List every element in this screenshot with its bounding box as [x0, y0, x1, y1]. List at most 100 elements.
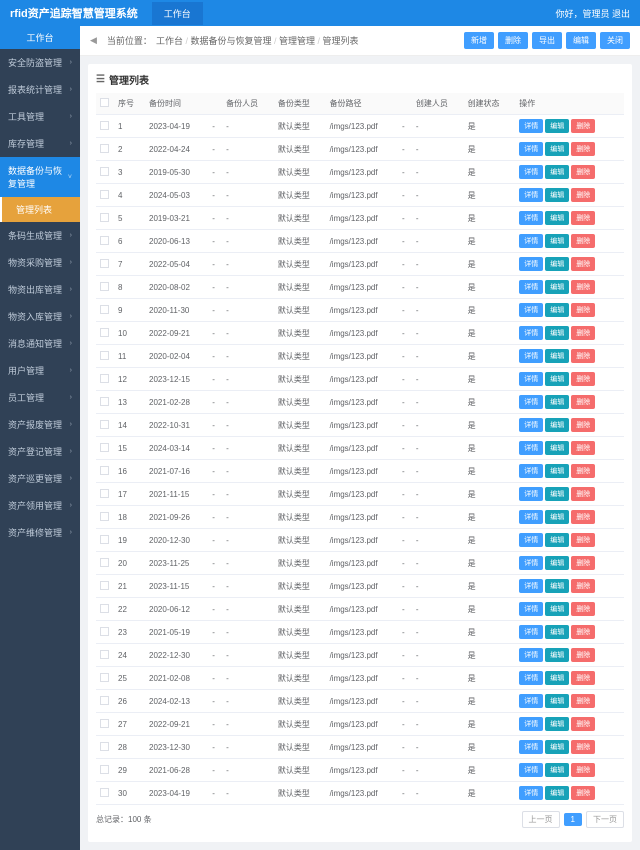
- sidebar-item[interactable]: 消息通知管理›: [0, 330, 80, 357]
- row-action-详情[interactable]: 详情: [519, 740, 543, 754]
- row-action-删除[interactable]: 删除: [571, 717, 595, 731]
- row-action-删除[interactable]: 删除: [571, 579, 595, 593]
- row-action-编辑[interactable]: 编辑: [545, 188, 569, 202]
- sidebar-subitem[interactable]: 管理列表: [0, 197, 80, 222]
- row-action-编辑[interactable]: 编辑: [545, 119, 569, 133]
- row-action-编辑[interactable]: 编辑: [545, 211, 569, 225]
- breadcrumb-part[interactable]: 管理管理: [279, 36, 315, 46]
- row-action-详情[interactable]: 详情: [519, 464, 543, 478]
- row-action-详情[interactable]: 详情: [519, 188, 543, 202]
- row-action-删除[interactable]: 删除: [571, 280, 595, 294]
- sidebar-item[interactable]: 数据备份与恢复管理˅: [0, 157, 80, 197]
- sidebar-item[interactable]: 资产报废管理›: [0, 411, 80, 438]
- row-checkbox[interactable]: [100, 121, 109, 130]
- sidebar-item[interactable]: 用户管理›: [0, 357, 80, 384]
- sidebar-item[interactable]: 报表统计管理›: [0, 76, 80, 103]
- sidebar-item[interactable]: 资产领用管理›: [0, 492, 80, 519]
- row-action-编辑[interactable]: 编辑: [545, 786, 569, 800]
- row-action-编辑[interactable]: 编辑: [545, 165, 569, 179]
- row-action-详情[interactable]: 详情: [519, 211, 543, 225]
- row-action-删除[interactable]: 删除: [571, 694, 595, 708]
- row-action-删除[interactable]: 删除: [571, 142, 595, 156]
- sidebar-item[interactable]: 物资入库管理›: [0, 303, 80, 330]
- row-action-详情[interactable]: 详情: [519, 648, 543, 662]
- row-checkbox[interactable]: [100, 144, 109, 153]
- row-action-删除[interactable]: 删除: [571, 625, 595, 639]
- row-action-编辑[interactable]: 编辑: [545, 280, 569, 294]
- row-action-详情[interactable]: 详情: [519, 602, 543, 616]
- next-page[interactable]: 下一页: [586, 811, 624, 828]
- sidebar-top[interactable]: 工作台: [0, 26, 80, 49]
- header-tab-workspace[interactable]: 工作台: [152, 2, 203, 25]
- row-action-删除[interactable]: 删除: [571, 257, 595, 271]
- row-action-编辑[interactable]: 编辑: [545, 763, 569, 777]
- row-action-详情[interactable]: 详情: [519, 533, 543, 547]
- row-checkbox[interactable]: [100, 558, 109, 567]
- row-action-删除[interactable]: 删除: [571, 211, 595, 225]
- action-新增[interactable]: 新增: [464, 32, 494, 49]
- row-checkbox[interactable]: [100, 236, 109, 245]
- row-action-详情[interactable]: 详情: [519, 625, 543, 639]
- row-action-编辑[interactable]: 编辑: [545, 349, 569, 363]
- sidebar-item[interactable]: 库存管理›: [0, 130, 80, 157]
- row-action-删除[interactable]: 删除: [571, 533, 595, 547]
- row-checkbox[interactable]: [100, 696, 109, 705]
- row-action-删除[interactable]: 删除: [571, 165, 595, 179]
- prev-page[interactable]: 上一页: [522, 811, 560, 828]
- row-action-详情[interactable]: 详情: [519, 234, 543, 248]
- row-action-编辑[interactable]: 编辑: [545, 395, 569, 409]
- row-action-删除[interactable]: 删除: [571, 441, 595, 455]
- breadcrumb-part[interactable]: 数据备份与恢复管理: [190, 36, 271, 46]
- row-action-编辑[interactable]: 编辑: [545, 418, 569, 432]
- row-action-编辑[interactable]: 编辑: [545, 648, 569, 662]
- row-action-编辑[interactable]: 编辑: [545, 579, 569, 593]
- row-action-删除[interactable]: 删除: [571, 188, 595, 202]
- row-checkbox[interactable]: [100, 535, 109, 544]
- checkbox-all[interactable]: [100, 98, 109, 107]
- sidebar-item[interactable]: 安全防盗管理›: [0, 49, 80, 76]
- row-action-详情[interactable]: 详情: [519, 257, 543, 271]
- row-action-删除[interactable]: 删除: [571, 487, 595, 501]
- sidebar-item[interactable]: 资产巡更管理›: [0, 465, 80, 492]
- row-action-详情[interactable]: 详情: [519, 326, 543, 340]
- row-action-编辑[interactable]: 编辑: [545, 510, 569, 524]
- row-checkbox[interactable]: [100, 604, 109, 613]
- row-action-详情[interactable]: 详情: [519, 510, 543, 524]
- row-action-编辑[interactable]: 编辑: [545, 372, 569, 386]
- row-action-编辑[interactable]: 编辑: [545, 556, 569, 570]
- collapse-icon[interactable]: ◀: [90, 35, 97, 46]
- row-checkbox[interactable]: [100, 719, 109, 728]
- row-action-编辑[interactable]: 编辑: [545, 464, 569, 478]
- row-action-编辑[interactable]: 编辑: [545, 303, 569, 317]
- sidebar-item[interactable]: 物资出库管理›: [0, 276, 80, 303]
- row-action-详情[interactable]: 详情: [519, 717, 543, 731]
- row-checkbox[interactable]: [100, 328, 109, 337]
- row-action-删除[interactable]: 删除: [571, 303, 595, 317]
- row-action-删除[interactable]: 删除: [571, 349, 595, 363]
- action-编辑[interactable]: 编辑: [566, 32, 596, 49]
- row-action-编辑[interactable]: 编辑: [545, 234, 569, 248]
- sidebar-item[interactable]: 条码生成管理›: [0, 222, 80, 249]
- row-checkbox[interactable]: [100, 489, 109, 498]
- row-checkbox[interactable]: [100, 788, 109, 797]
- row-checkbox[interactable]: [100, 167, 109, 176]
- row-action-详情[interactable]: 详情: [519, 556, 543, 570]
- breadcrumb-part[interactable]: 工作台: [156, 36, 183, 46]
- row-checkbox[interactable]: [100, 190, 109, 199]
- row-checkbox[interactable]: [100, 466, 109, 475]
- row-action-详情[interactable]: 详情: [519, 119, 543, 133]
- row-action-编辑[interactable]: 编辑: [545, 625, 569, 639]
- row-action-详情[interactable]: 详情: [519, 165, 543, 179]
- row-action-删除[interactable]: 删除: [571, 234, 595, 248]
- row-checkbox[interactable]: [100, 351, 109, 360]
- row-action-编辑[interactable]: 编辑: [545, 487, 569, 501]
- row-checkbox[interactable]: [100, 765, 109, 774]
- row-action-编辑[interactable]: 编辑: [545, 740, 569, 754]
- row-checkbox[interactable]: [100, 420, 109, 429]
- sidebar-item[interactable]: 工具管理›: [0, 103, 80, 130]
- user-greeting[interactable]: 你好，管理员 退出: [555, 7, 630, 20]
- row-checkbox[interactable]: [100, 650, 109, 659]
- row-action-删除[interactable]: 删除: [571, 464, 595, 478]
- row-action-编辑[interactable]: 编辑: [545, 602, 569, 616]
- row-action-删除[interactable]: 删除: [571, 418, 595, 432]
